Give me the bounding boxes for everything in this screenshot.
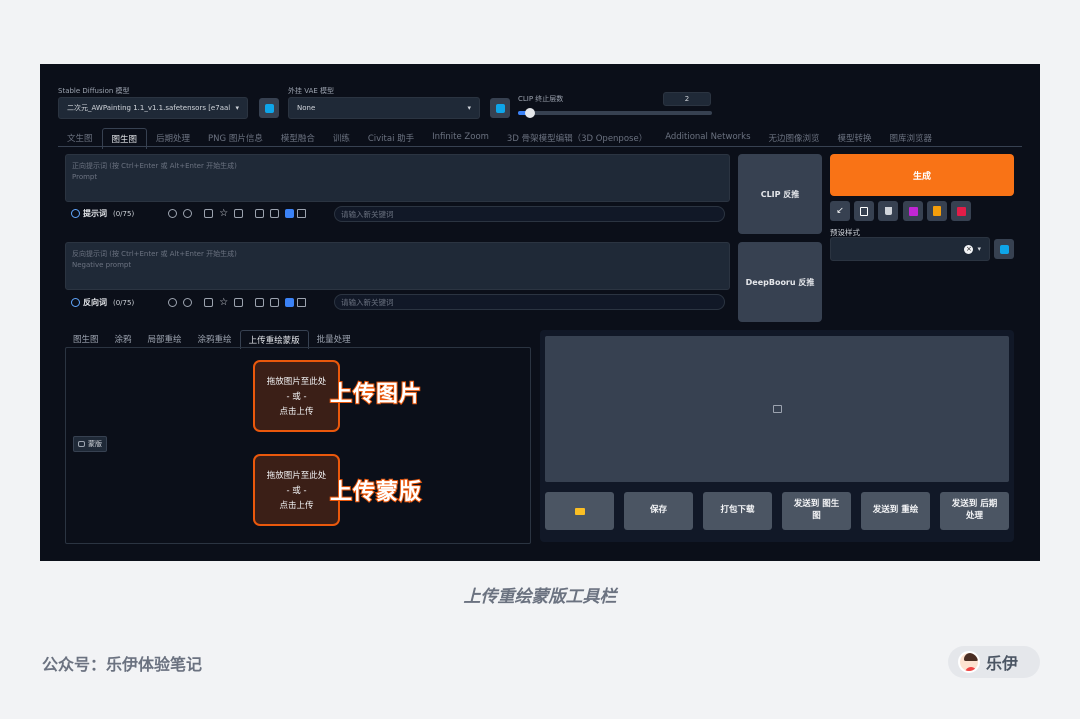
vae-label: 外挂 VAE 模型 [288, 87, 335, 95]
trash-icon [884, 207, 892, 215]
tab-divider [58, 146, 1022, 147]
negative-prompt-placeholder: 反向提示词 (按 Ctrl+Enter 或 Alt+Enter 开始生成) [72, 250, 237, 258]
refresh-icon [999, 244, 1009, 254]
callout-upload-image: 上传图片 [329, 381, 423, 408]
prompt-toolbar: 提示词 (0/75) ☆ [71, 208, 307, 219]
trash-icon-button[interactable] [878, 201, 898, 221]
output-image [545, 336, 1009, 482]
author-name: 乐伊 [986, 654, 1019, 673]
trash-icon[interactable] [270, 298, 280, 307]
upload-image-dropzone[interactable]: 拖放图片至此处 - 或 - 点击上传 [253, 360, 340, 432]
dropzone-click: 点击上传 [279, 501, 314, 511]
upload-mask-dropzone[interactable]: 拖放图片至此处 - 或 - 点击上传 [253, 454, 340, 526]
folder-icon [574, 507, 585, 515]
refresh-model-button[interactable] [259, 98, 279, 118]
dropzone-or: - 或 - [286, 486, 307, 496]
negative-prompt-toolbar: 反向词 (0/75) ☆ [71, 297, 307, 308]
grid-icon[interactable] [234, 298, 244, 307]
gear-icon[interactable] [183, 298, 193, 307]
dropzone-text: 拖放图片至此处 [266, 377, 327, 387]
clip-slider-handle[interactable] [524, 108, 535, 118]
globe-icon[interactable] [168, 209, 178, 218]
style-icon-button[interactable] [903, 201, 923, 221]
picture-icon [908, 206, 918, 216]
author-badge: 乐伊 [948, 646, 1040, 678]
square-icon-button[interactable] [854, 201, 874, 221]
dropzone-text: 拖放图片至此处 [266, 471, 327, 481]
save-button[interactable]: 保存 [624, 492, 693, 530]
prompt-title: 提示词 [83, 209, 107, 218]
refresh-vae-button[interactable] [490, 98, 510, 118]
prompt-placeholder: 正向提示词 (按 Ctrl+Enter 或 Alt+Enter 开始生成) [72, 162, 237, 170]
copy-icon[interactable] [255, 209, 265, 218]
model-value: 二次元_AWPainting 1.1_v1.1.safetensors [e7a… [67, 104, 231, 112]
negative-prompt-textarea[interactable]: 反向提示词 (按 Ctrl+Enter 或 Alt+Enter 开始生成) Ne… [65, 242, 730, 290]
clip-label: CLIP 终止层数 [518, 95, 564, 103]
image-placeholder-icon [772, 405, 782, 413]
save-style-icon-button[interactable] [951, 201, 971, 221]
mask-badge: 蒙版 [73, 436, 107, 452]
save-icon [956, 206, 966, 216]
negative-keyword-input[interactable]: 请输入新关键词 [334, 294, 725, 310]
negative-prompt-count: (0/75) [113, 298, 135, 307]
download-icon[interactable] [71, 298, 80, 307]
negative-prompt-title: 反向词 [83, 298, 107, 307]
open-folder-button[interactable] [545, 492, 614, 530]
checkbox-checked-icon[interactable] [285, 298, 295, 307]
dropzone-click: 点击上传 [279, 407, 314, 417]
arrow-icon: ↙ [836, 206, 844, 216]
clipboard-icon-button[interactable] [927, 201, 947, 221]
clip-interrogate-button[interactable]: CLIP 反推 [738, 154, 822, 234]
refresh-icon [264, 103, 274, 113]
checkbox-checked-icon[interactable] [285, 209, 295, 218]
prompt-textarea[interactable]: 正向提示词 (按 Ctrl+Enter 或 Alt+Enter 开始生成) Pr… [65, 154, 730, 202]
download-icon[interactable] [71, 209, 80, 218]
star-icon[interactable]: ☆ [219, 208, 228, 219]
checkbox-empty-icon[interactable] [297, 298, 307, 307]
dropzone-or: - 或 - [286, 392, 307, 402]
send-to-img2img-button[interactable]: 发送到 图生图 [782, 492, 851, 530]
refresh-styles-button[interactable] [994, 239, 1014, 259]
globe-icon[interactable] [168, 298, 178, 307]
edit-icon[interactable] [204, 209, 214, 218]
clip-value-input[interactable]: 2 [663, 92, 711, 106]
square-icon [860, 206, 868, 216]
grid-icon[interactable] [234, 209, 244, 218]
checkbox-empty-icon[interactable] [297, 209, 307, 218]
send-to-extras-button[interactable]: 发送到 后期处理 [940, 492, 1009, 530]
generate-button[interactable]: 生成 [830, 154, 1014, 196]
trash-icon[interactable] [270, 209, 280, 218]
callout-upload-mask: 上传蒙版 [329, 479, 423, 506]
send-to-inpaint-button[interactable]: 发送到 重绘 [861, 492, 930, 530]
vae-dropdown[interactable]: None ▾ [288, 97, 480, 119]
footer-account: 公众号：乐伊体验笔记 [42, 655, 203, 674]
prompt-placeholder-en: Prompt [72, 173, 98, 181]
arrow-icon-button[interactable]: ↙ [830, 201, 850, 221]
copy-icon[interactable] [255, 298, 265, 307]
chevron-down-icon: ▾ [235, 104, 239, 112]
avatar [958, 651, 980, 673]
deepbooru-interrogate-button[interactable]: DeepBooru 反推 [738, 242, 822, 322]
gear-icon[interactable] [183, 209, 193, 218]
webui-screenshot: Stable Diffusion 模型 二次元_AWPainting 1.1_v… [40, 64, 1040, 561]
chevron-down-icon: ▾ [977, 245, 981, 253]
model-dropdown[interactable]: 二次元_AWPainting 1.1_v1.1.safetensors [e7a… [58, 97, 248, 119]
figure-caption: 上传重绘蒙版工具栏 [463, 587, 617, 607]
chevron-down-icon: ▾ [467, 104, 471, 112]
star-icon[interactable]: ☆ [219, 297, 228, 308]
mask-badge-label: 蒙版 [88, 440, 102, 448]
negative-prompt-placeholder-en: Negative prompt [72, 261, 132, 269]
prompt-count: (0/75) [113, 209, 135, 218]
vae-value: None [297, 104, 316, 112]
model-label: Stable Diffusion 模型 [58, 87, 130, 95]
clip-slider-track[interactable] [518, 108, 712, 118]
prompt-keyword-input[interactable]: 请输入新关键词 [334, 206, 725, 222]
clear-icon[interactable]: × [964, 244, 974, 254]
refresh-icon [495, 103, 505, 113]
edit-icon[interactable] [204, 298, 214, 307]
image-icon [78, 441, 85, 447]
clipboard-icon [933, 206, 941, 216]
zip-download-button[interactable]: 打包下载 [703, 492, 772, 530]
styles-dropdown[interactable]: × ▾ [830, 237, 990, 261]
